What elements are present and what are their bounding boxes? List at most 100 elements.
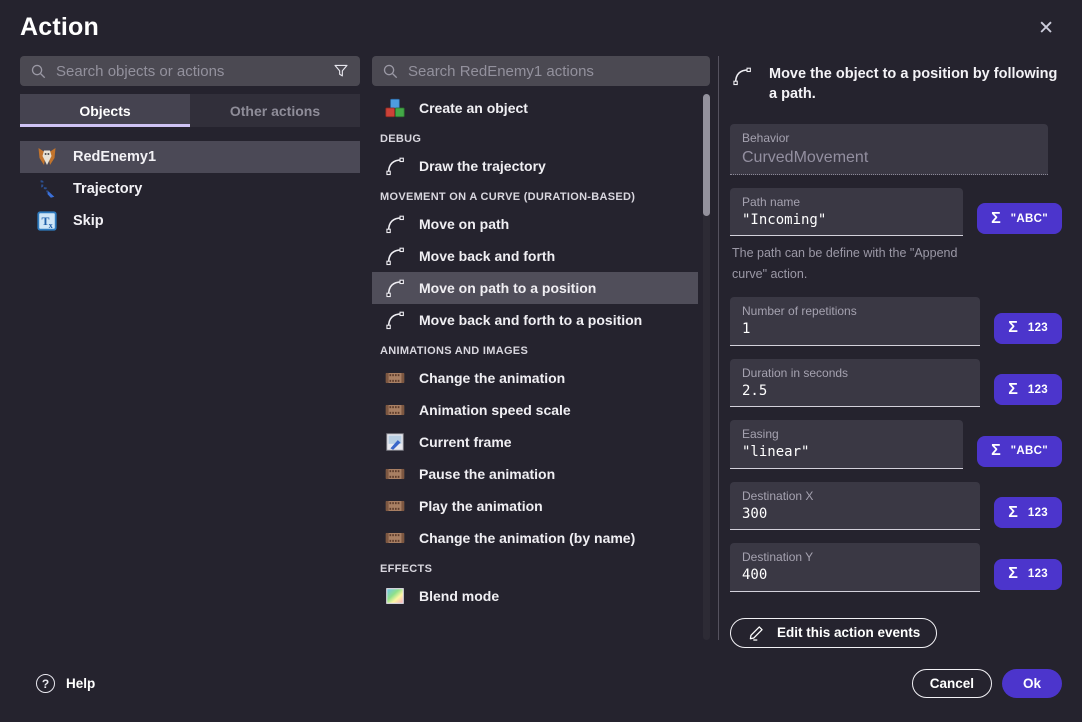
parameter-row: Duration in seconds 2.5 Σ 123 xyxy=(730,359,1062,408)
field-value[interactable]: 300 xyxy=(742,506,968,524)
field-value[interactable]: CurvedMovement xyxy=(742,148,1036,168)
film-icon xyxy=(384,463,406,485)
field-value[interactable]: 2.5 xyxy=(742,383,968,401)
expression-type-label: "ABC" xyxy=(1011,213,1048,225)
expression-editor-button[interactable]: Σ "ABC" xyxy=(977,203,1062,234)
action-label: Animation speed scale xyxy=(419,402,571,418)
section-header: DEBUG xyxy=(372,124,698,150)
action-label: Draw the trajectory xyxy=(419,158,546,174)
objects-search-input[interactable] xyxy=(56,63,323,80)
sigma-icon: Σ xyxy=(991,211,1001,227)
text-object-icon: Tx xyxy=(35,209,59,233)
expression-editor-button[interactable]: Σ 123 xyxy=(994,374,1062,405)
parameter-field[interactable]: Easing "linear" xyxy=(730,420,963,469)
action-list-item[interactable]: Animation speed scale xyxy=(372,394,698,426)
ok-button[interactable]: Ok xyxy=(1002,669,1062,698)
field-value[interactable]: 400 xyxy=(742,567,968,585)
object-list-item[interactable]: Tx Skip xyxy=(20,205,360,237)
action-label: Move back and forth to a position xyxy=(419,312,642,328)
expression-editor-button[interactable]: Σ 123 xyxy=(994,313,1062,344)
dialog-content: Objects Other actions RedEnemy1 Trajecto… xyxy=(0,50,1082,645)
field-value[interactable]: "Incoming" xyxy=(742,212,951,230)
filter-icon[interactable] xyxy=(332,62,350,80)
tab-label: Objects xyxy=(79,103,130,119)
action-label: Pause the animation xyxy=(419,466,555,482)
field-value[interactable]: 1 xyxy=(742,321,968,339)
action-list-item[interactable]: Blend mode xyxy=(372,580,698,612)
parameter-row: Behavior CurvedMovement xyxy=(730,124,1062,175)
parameter-row: Number of repetitions 1 Σ 123 xyxy=(730,297,1062,346)
parameter-field[interactable]: Path name "Incoming" xyxy=(730,188,963,237)
action-label: Current frame xyxy=(419,434,512,450)
actions-search-bar xyxy=(372,56,710,86)
film-icon xyxy=(384,399,406,421)
page-title: Action xyxy=(20,13,99,42)
frame-pen-icon xyxy=(384,431,406,453)
curve-icon xyxy=(384,309,406,331)
action-list-item[interactable]: Pause the animation xyxy=(372,458,698,490)
help-button[interactable]: ? Help xyxy=(36,674,95,693)
action-list: Create an object DEBUG Draw the trajecto… xyxy=(372,92,710,645)
section-header: ANIMATIONS AND IMAGES xyxy=(372,336,698,362)
cancel-button[interactable]: Cancel xyxy=(912,669,992,698)
panel-divider xyxy=(718,56,719,640)
action-label: Change the animation (by name) xyxy=(419,530,635,546)
action-list-item[interactable]: Play the animation xyxy=(372,490,698,522)
action-dialog: Action ✕ Objects Other actions xyxy=(0,0,1082,722)
dialog-footer: ? Help Cancel Ok xyxy=(0,645,1082,722)
expression-type-label: 123 xyxy=(1028,507,1048,519)
parameter-field[interactable]: Behavior CurvedMovement xyxy=(730,124,1048,175)
action-list-item[interactable]: Move on path to a position xyxy=(372,272,698,304)
expression-editor-button[interactable]: Σ 123 xyxy=(994,559,1062,590)
parameter-field[interactable]: Duration in seconds 2.5 xyxy=(730,359,980,408)
parameter-field[interactable]: Number of repetitions 1 xyxy=(730,297,980,346)
action-list-item[interactable]: Change the animation (by name) xyxy=(372,522,698,554)
parameters-panel: Move the object to a position by followi… xyxy=(730,56,1062,645)
action-list-item[interactable]: Create an object xyxy=(372,92,698,124)
object-list-item[interactable]: Trajectory xyxy=(20,173,360,205)
parameter-field[interactable]: Destination Y 400 xyxy=(730,543,980,592)
objects-search-bar xyxy=(20,56,360,86)
scrollbar-track[interactable] xyxy=(703,94,710,640)
object-list: RedEnemy1 Trajectory Tx Skip xyxy=(20,141,360,237)
trajectory-pen-icon xyxy=(35,177,59,201)
tab[interactable]: Other actions xyxy=(190,94,360,127)
field-label: Easing xyxy=(742,427,951,441)
search-icon xyxy=(382,63,399,80)
action-label: Move back and forth xyxy=(419,248,555,264)
dialog-header: Action ✕ xyxy=(0,0,1082,50)
edit-action-events-button[interactable]: Edit this action events xyxy=(730,618,937,648)
actions-search-input[interactable] xyxy=(408,63,700,80)
expression-editor-button[interactable]: Σ "ABC" xyxy=(977,436,1062,467)
field-label: Duration in seconds xyxy=(742,366,968,380)
field-label: Behavior xyxy=(742,131,1036,145)
curve-icon xyxy=(730,64,754,88)
curve-icon xyxy=(384,213,406,235)
action-list-item[interactable]: Change the animation xyxy=(372,362,698,394)
help-label: Help xyxy=(66,676,95,691)
object-list-item[interactable]: RedEnemy1 xyxy=(20,141,360,173)
parameter-fields: Behavior CurvedMovement Path name "Incom… xyxy=(730,124,1062,592)
scrollbar-thumb[interactable] xyxy=(703,94,710,216)
close-icon[interactable]: ✕ xyxy=(1030,13,1062,44)
action-list-item[interactable]: Current frame xyxy=(372,426,698,458)
action-label: Create an object xyxy=(419,100,528,116)
action-list-item[interactable]: Move on path xyxy=(372,208,698,240)
tab[interactable]: Objects xyxy=(20,94,190,127)
expression-type-label: 123 xyxy=(1028,568,1048,580)
action-list-item[interactable]: Draw the trajectory xyxy=(372,150,698,182)
action-list-item[interactable]: Move back and forth xyxy=(372,240,698,272)
parameter-row: Path name "Incoming" Σ "ABC" The path ca… xyxy=(730,188,1062,285)
field-label: Destination Y xyxy=(742,550,968,564)
field-value[interactable]: "linear" xyxy=(742,444,951,462)
field-helper-text: The path can be define with the "Append … xyxy=(730,243,963,284)
parameter-field[interactable]: Destination X 300 xyxy=(730,482,980,531)
action-description: Move the object to a position by followi… xyxy=(769,64,1062,105)
expression-editor-button[interactable]: Σ 123 xyxy=(994,497,1062,528)
action-label: Blend mode xyxy=(419,588,499,604)
action-label: Move on path xyxy=(419,216,509,232)
tab-label: Other actions xyxy=(230,103,320,119)
action-label: Move on path to a position xyxy=(419,280,596,296)
action-list-item[interactable]: Move back and forth to a position xyxy=(372,304,698,336)
film-icon xyxy=(384,495,406,517)
